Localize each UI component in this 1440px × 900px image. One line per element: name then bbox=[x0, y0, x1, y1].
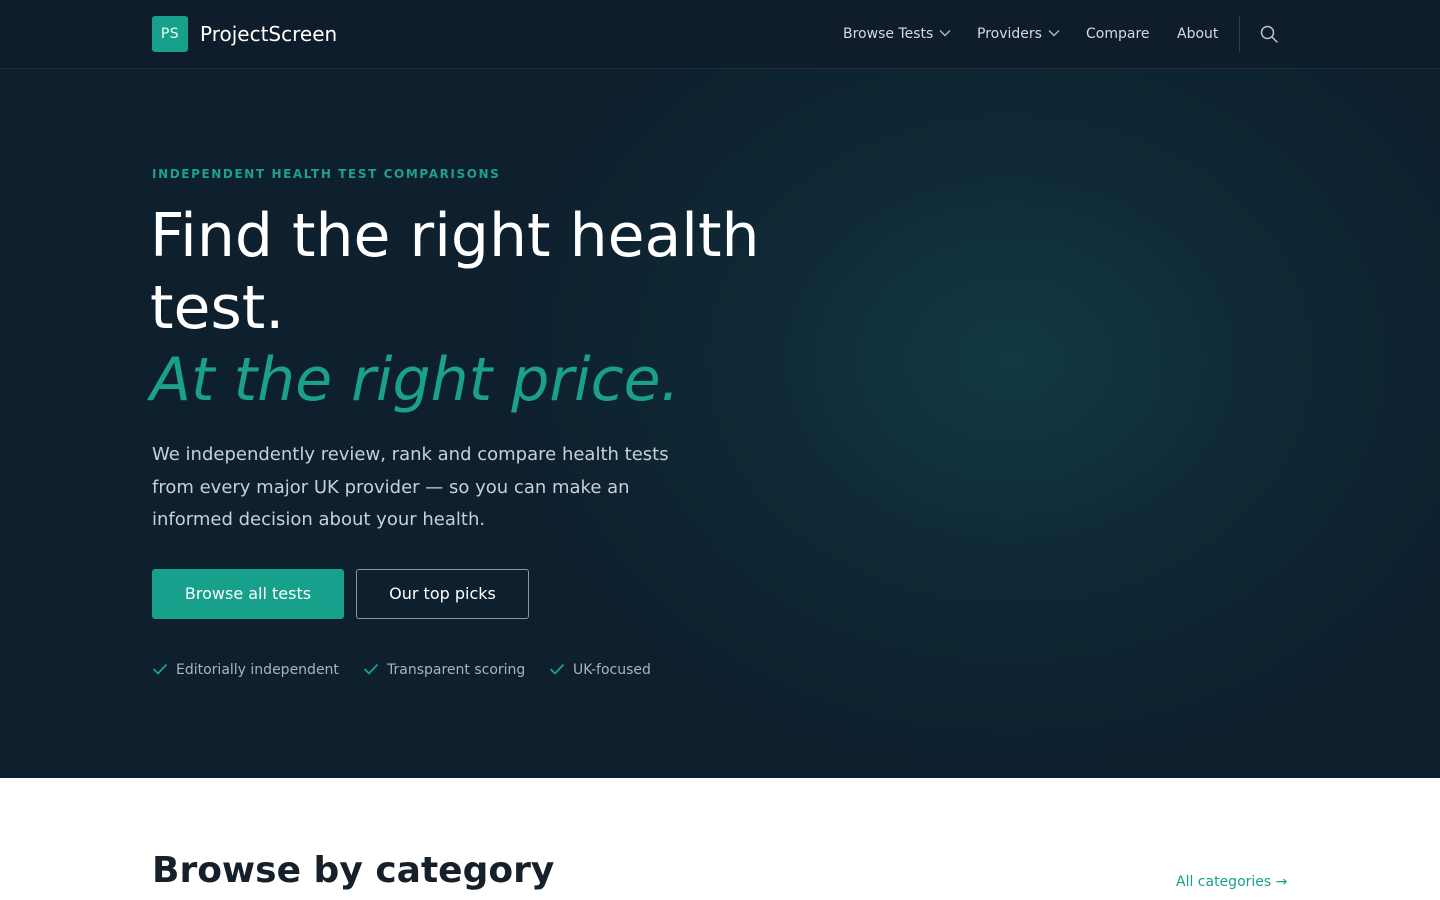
search-button[interactable] bbox=[1259, 24, 1281, 46]
site-name[interactable]: ProjectScreen bbox=[200, 20, 337, 48]
logo-badge[interactable]: PS bbox=[152, 16, 188, 52]
categories-heading: Browse by category bbox=[152, 850, 555, 891]
check-icon bbox=[363, 663, 379, 675]
search-icon bbox=[1260, 25, 1278, 43]
hero-headline: Find the right health test. bbox=[150, 201, 760, 343]
nav-compare[interactable]: Compare bbox=[1086, 24, 1150, 44]
hero-description: We independently review, rank and compar… bbox=[152, 444, 669, 530]
chevron-down-icon bbox=[1048, 30, 1060, 37]
trust-point-uk: UK-focused bbox=[549, 661, 651, 679]
nav-about[interactable]: About bbox=[1177, 24, 1218, 44]
nav-providers[interactable]: Providers bbox=[977, 24, 1060, 44]
nav-providers-label: Providers bbox=[977, 26, 1042, 42]
check-icon bbox=[152, 663, 168, 675]
trust-point-label: Transparent scoring bbox=[387, 662, 526, 678]
hero-eyebrow: INDEPENDENT HEALTH TEST COMPARISONS bbox=[152, 167, 501, 181]
trust-point-label: UK-focused bbox=[573, 662, 651, 678]
top-picks-button[interactable]: Our top picks bbox=[356, 569, 529, 619]
nav-divider bbox=[1239, 16, 1240, 52]
trust-point-independent: Editorially independent bbox=[152, 661, 339, 679]
browse-all-tests-button[interactable]: Browse all tests bbox=[152, 569, 344, 619]
trust-point-scoring: Transparent scoring bbox=[363, 661, 525, 679]
all-categories-link[interactable]: All categories → bbox=[1176, 872, 1287, 892]
check-icon bbox=[549, 663, 565, 675]
hero-headline-accent: At the right price. bbox=[150, 345, 680, 415]
nav-browse-tests-label: Browse Tests bbox=[843, 26, 934, 42]
nav-browse-tests[interactable]: Browse Tests bbox=[843, 24, 951, 44]
hero-section: PS ProjectScreen Browse Tests Providers … bbox=[0, 0, 1440, 778]
top-navbar: PS ProjectScreen Browse Tests Providers … bbox=[0, 0, 1440, 69]
chevron-down-icon bbox=[939, 30, 951, 37]
trust-point-label: Editorially independent bbox=[176, 662, 339, 678]
